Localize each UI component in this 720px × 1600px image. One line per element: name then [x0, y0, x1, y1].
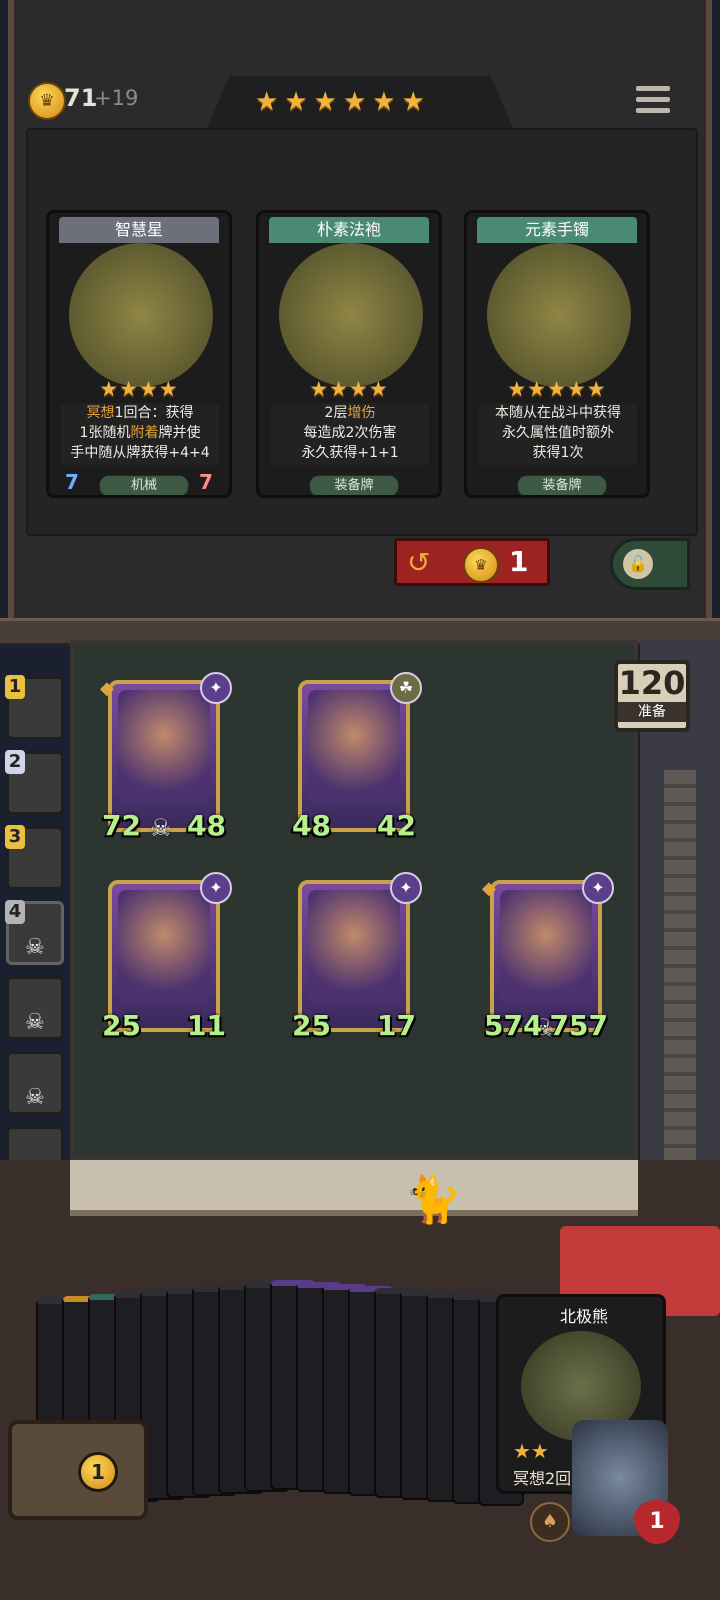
minion-health: 48 [187, 809, 226, 842]
card-stars: ★★★★ [309, 377, 389, 401]
card-tag: 装备牌 [517, 475, 607, 495]
board-minion[interactable]: ☘ 48 42 [292, 672, 422, 842]
card-tag: 机械 [99, 475, 189, 495]
star-icon: ★ [255, 87, 279, 117]
acorn-icon[interactable]: ♠ [530, 1502, 570, 1542]
minion-portrait [500, 890, 592, 1002]
refresh-icon: ↺ [407, 546, 431, 579]
menu-icon[interactable] [636, 84, 670, 116]
star-icon: ★ [372, 87, 396, 117]
minion-portrait [308, 890, 400, 1002]
shop-card[interactable]: 智慧星 ★★★★ 冥想1回合：获得 1张随机附着牌并使 手中随从牌获得+4+4 机械… [46, 210, 232, 498]
star-icon: ★ [342, 87, 367, 117]
minion-portrait [118, 890, 210, 1002]
card-name: 北极熊 [559, 1307, 608, 1326]
refresh-cost: 1 [509, 545, 529, 578]
cat-icon: 🐈 [404, 1172, 462, 1226]
card-stars: ★★★★ [99, 377, 179, 401]
tribe-icon: ✦ [200, 672, 232, 704]
tribe-icon: ✦ [390, 872, 422, 904]
lock-shop-button[interactable]: 🔓 [610, 538, 690, 590]
diamond-icon: ◆ [100, 678, 114, 699]
player-portrait[interactable]: 1 [5, 675, 64, 740]
lock-icon: 🔓 [623, 549, 653, 579]
skull-icon: ☠ [25, 935, 45, 960]
skull-icon: ☠ [150, 814, 172, 842]
refresh-button[interactable]: ↺ ♛ 1 [394, 538, 550, 586]
star-icon: ★ [313, 87, 337, 117]
card-stars: ★★★★★ [507, 377, 607, 401]
card-attack: 7 [65, 470, 79, 494]
gold-coin-icon: ♛ [28, 82, 66, 120]
bracelet-icon [487, 243, 631, 387]
minion-health: 11 [187, 1009, 226, 1042]
player-portrait[interactable]: 3 [5, 825, 64, 890]
board-minion[interactable]: ✦ ◆ ☠ 72 48 [100, 672, 232, 842]
gold-income: +19 [94, 86, 139, 110]
card-description: 本随从在战斗中获得 永久属性值时额外 获得1次 [479, 403, 637, 465]
card-tag: 装备牌 [309, 475, 399, 495]
card-name: 元素手镯 [477, 217, 637, 243]
minion-attack: 72 [102, 809, 141, 842]
card-name: 智慧星 [59, 217, 219, 243]
board-minion[interactable]: ✦ ◆ ☠ 574 757 [482, 872, 614, 1042]
skull-icon: ☠ [25, 1085, 45, 1110]
tavern-tier-stars: ★ ★ ★ ★ ★ ★ [255, 86, 465, 120]
minion-health: 17 [377, 1009, 416, 1042]
card-health: 7 [199, 470, 213, 494]
star-icon: ★ [401, 87, 425, 117]
coin-icon: ♛ [463, 547, 499, 583]
player-rank: 4 [5, 900, 25, 924]
minion-attack: 25 [102, 1009, 141, 1042]
minion-attack: 574 [484, 1009, 543, 1042]
tribe-icon: ✦ [200, 872, 232, 904]
robot-icon [69, 243, 213, 387]
board-minion[interactable]: ✦ 25 17 [292, 872, 422, 1042]
chest-counter: 1 [78, 1452, 118, 1492]
skull-icon: ☠ [25, 1010, 45, 1035]
minion-health: 757 [549, 1009, 608, 1042]
player-rank: 2 [5, 750, 25, 774]
board-minion[interactable]: ✦ 25 11 [102, 872, 232, 1042]
card-name: 朴素法袍 [269, 217, 429, 243]
card-text: 冥想2回 [513, 1469, 572, 1488]
star-icon: ★ [284, 87, 308, 117]
minion-attack: 25 [292, 1009, 331, 1042]
timer-value: 120 [618, 664, 686, 702]
player-rank: 1 [5, 675, 25, 699]
card-stars: ★★ [513, 1439, 549, 1463]
shop-card[interactable]: 元素手镯 ★★★★★ 本随从在战斗中获得 永久属性值时额外 获得1次 装备牌 [464, 210, 650, 498]
card-description: 冥想1回合：获得 1张随机附着牌并使 手中随从牌获得+4+4 [61, 403, 219, 465]
shop-card[interactable]: 朴素法袍 ★★★★ 2层增伤 每造成2次伤害 永久获得+1+1 装备牌 [256, 210, 442, 498]
minion-attack: 48 [292, 809, 331, 842]
timer-label: 准备 [618, 702, 686, 722]
player-portrait[interactable]: ☠ [6, 1051, 64, 1115]
minion-portrait [118, 690, 210, 802]
turn-timer: 120 准备 [614, 660, 690, 732]
player-portrait[interactable]: ☠ [6, 976, 64, 1040]
tribe-icon: ✦ [582, 872, 614, 904]
tribe-icon: ☘ [390, 672, 422, 704]
card-description: 2层增伤 每造成2次伤害 永久获得+1+1 [271, 403, 429, 465]
shelf [70, 1160, 638, 1216]
gold-amount: 71 [64, 84, 98, 112]
minion-health: 42 [377, 809, 416, 842]
player-portrait[interactable]: 2 [5, 750, 64, 815]
player-portrait[interactable]: 4 ☠ [5, 900, 64, 965]
robe-icon [279, 243, 423, 387]
diamond-icon: ◆ [482, 878, 496, 899]
minion-portrait [308, 690, 400, 802]
player-rank: 3 [5, 825, 25, 849]
